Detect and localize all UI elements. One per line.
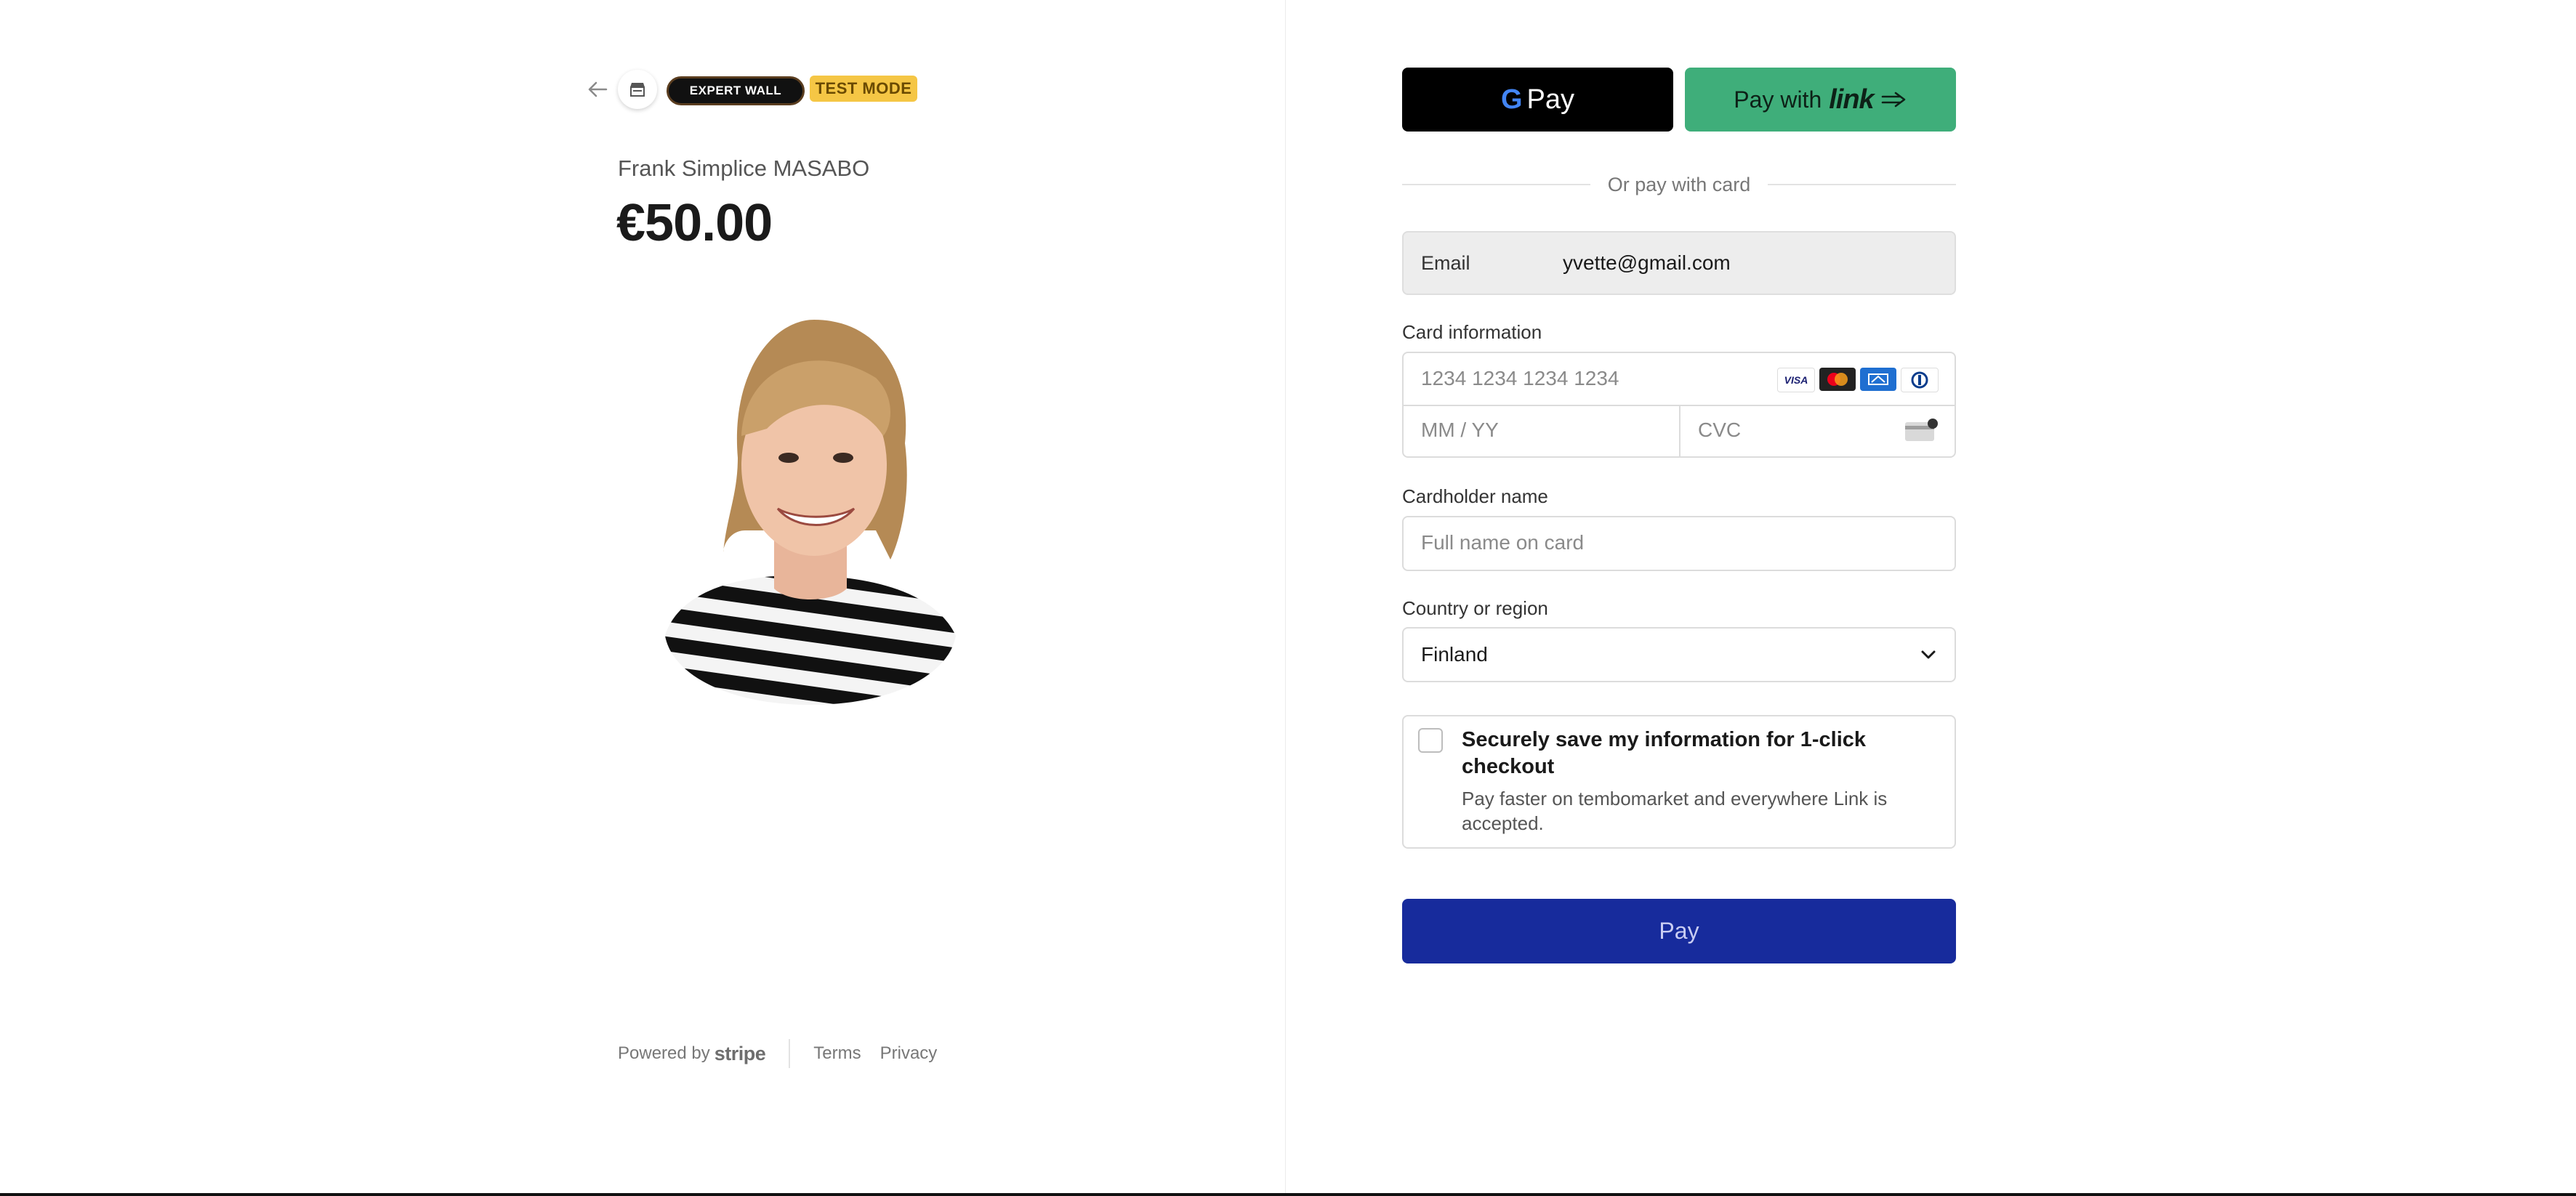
google-pay-label: Pay	[1526, 84, 1575, 115]
footer: Powered by stripe Terms Privacy	[618, 1039, 956, 1068]
save-info-subtitle: Pay faster on tembomarket and everywhere…	[1462, 788, 1888, 834]
divider-line-left	[1402, 184, 1590, 185]
cvc-input[interactable]: CVC	[1681, 405, 1955, 456]
footer-separator	[789, 1039, 791, 1068]
pay-button[interactable]: Pay	[1402, 899, 1956, 963]
cardholder-name-placeholder: Full name on card	[1421, 531, 1585, 554]
card-information-group: 1234 1234 1234 1234 VISA MM / YY CVC	[1402, 352, 1956, 458]
email-value: yvette@gmail.com	[1563, 251, 1731, 274]
country-select[interactable]: Finland	[1402, 627, 1956, 682]
arrow-left-icon	[588, 81, 608, 97]
powered-by-text: Powered by	[618, 1043, 710, 1063]
country-label: Country or region	[1402, 597, 1548, 619]
card-information-label: Card information	[1402, 321, 1542, 343]
back-button[interactable]	[584, 76, 611, 103]
arrow-right-icon	[1881, 92, 1906, 108]
cvc-card-icon	[1905, 419, 1938, 441]
google-pay-button[interactable]: G Pay	[1402, 68, 1673, 132]
card-number-input[interactable]: 1234 1234 1234 1234 VISA	[1404, 353, 1955, 406]
mastercard-icon	[1819, 368, 1856, 391]
email-field[interactable]: Email yvette@gmail.com	[1402, 231, 1956, 295]
amex-icon	[1860, 368, 1896, 391]
diners-club-icon	[1901, 368, 1939, 392]
save-info-box: Securely save my information for 1-click…	[1402, 715, 1956, 849]
privacy-link[interactable]: Privacy	[880, 1043, 938, 1064]
link-prefix: Pay with	[1734, 86, 1822, 113]
divider-line-right	[1768, 184, 1957, 185]
test-mode-badge: TEST MODE	[810, 76, 917, 102]
email-label: Email	[1421, 251, 1470, 274]
expiry-placeholder: MM / YY	[1421, 419, 1499, 441]
visa-icon: VISA	[1777, 368, 1815, 392]
pay-with-link-button[interactable]: Pay with link	[1685, 68, 1956, 132]
cardholder-name-input[interactable]: Full name on card	[1402, 516, 1956, 571]
card-brands: VISA	[1777, 368, 1939, 392]
stripe-logo[interactable]: stripe	[715, 1043, 766, 1065]
chevron-down-icon	[1921, 650, 1936, 659]
product-image	[665, 320, 956, 705]
terms-link[interactable]: Terms	[813, 1043, 861, 1064]
brand-logo: EXPERT WALL	[667, 76, 805, 105]
merchant-name: Frank Simplice MASABO	[618, 155, 870, 181]
cardholder-name-label: Cardholder name	[1402, 485, 1548, 507]
bottom-edge	[0, 1193, 2576, 1196]
or-divider: Or pay with card	[1402, 171, 1957, 198]
card-number-placeholder: 1234 1234 1234 1234	[1421, 367, 1619, 389]
save-info-title: Securely save my information for 1-click…	[1462, 728, 1867, 778]
save-info-checkbox[interactable]	[1418, 728, 1443, 753]
or-pay-with-card-text: Or pay with card	[1607, 173, 1751, 195]
cvc-placeholder: CVC	[1698, 419, 1742, 441]
country-value: Finland	[1421, 643, 1488, 666]
total-amount: €50.00	[616, 194, 773, 252]
google-g-icon: G	[1500, 84, 1523, 115]
store-button[interactable]	[618, 70, 657, 109]
store-icon	[630, 83, 645, 97]
expiry-input[interactable]: MM / YY	[1404, 405, 1681, 456]
link-logo: link	[1829, 84, 1874, 115]
